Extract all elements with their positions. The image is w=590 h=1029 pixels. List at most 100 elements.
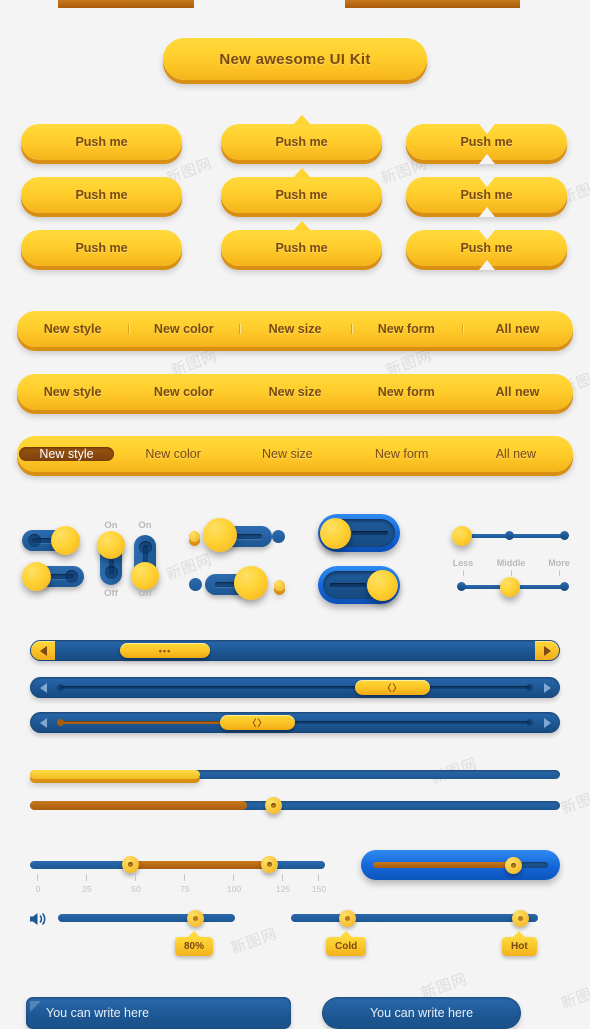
inset-slider-container[interactable] (361, 850, 560, 880)
thumb-grip-icon: ••• (158, 645, 172, 656)
ruler-tick-label: 150 (311, 884, 327, 894)
step-slider-handle[interactable] (452, 526, 472, 546)
volume-slider-fill (58, 0, 194, 8)
toggle-knob[interactable] (234, 566, 268, 600)
scroll-right-arrow-button[interactable] (535, 641, 559, 660)
tab-new-style[interactable]: New style (17, 385, 128, 399)
scrollbar-thumb[interactable]: 〈〉 (355, 680, 430, 695)
tab-new-form[interactable]: New form (351, 385, 462, 399)
push-button[interactable]: Push me (221, 115, 382, 160)
scroll-left-arrow-button[interactable] (31, 641, 55, 660)
toggle-knob[interactable] (131, 562, 159, 590)
tab-label: New size (268, 385, 322, 399)
push-button[interactable]: Push me (406, 124, 567, 164)
scrollbar-flat-filled[interactable]: 〈〉 (30, 712, 560, 733)
progress-bar-gold[interactable] (30, 770, 560, 779)
step-slider-handle[interactable] (500, 577, 520, 597)
ruler-slider-handle-low[interactable] (122, 856, 139, 873)
push-button-label: Push me (75, 188, 128, 202)
track-end-cap (57, 684, 64, 691)
scrollbar-thumb[interactable]: ••• (120, 643, 210, 658)
push-button[interactable]: Push me (221, 221, 382, 266)
temperature-handle-hot[interactable] (512, 910, 529, 927)
triangle-right-icon (543, 645, 551, 656)
progress-fill (30, 801, 248, 810)
push-button[interactable]: Push me (221, 168, 382, 213)
scroll-left-arrow-button[interactable] (31, 713, 55, 732)
tab-all-new[interactable]: All new (462, 385, 573, 399)
tab-label: New form (374, 447, 429, 461)
inset-slider-handle[interactable] (505, 857, 522, 874)
push-button[interactable]: Push me (21, 124, 182, 160)
triangle-right-icon (543, 717, 551, 728)
step-tick (511, 570, 512, 576)
tab-new-size[interactable]: New size (239, 385, 350, 399)
tab-new-color[interactable]: New color (116, 447, 230, 461)
toggle-knob[interactable] (22, 562, 51, 591)
toggle-knob[interactable] (97, 531, 125, 559)
scrollbar-flat-1[interactable]: 〈〉 (30, 677, 560, 698)
tab-new-color[interactable]: New color (128, 322, 239, 336)
tab-label: New style (39, 447, 94, 461)
tab-new-size[interactable]: New size (239, 322, 350, 336)
progress-bar-orange[interactable] (30, 801, 560, 810)
tab-label: All new (495, 322, 540, 336)
step-slider-dot[interactable] (457, 582, 466, 591)
push-button-label: Push me (275, 241, 328, 255)
text-input-right[interactable]: You can write here (322, 997, 521, 1029)
tab-new-color[interactable]: New color (128, 385, 239, 399)
toggle-knob[interactable] (51, 526, 80, 555)
thumb-grip-icon: 〈〉 (382, 683, 403, 693)
tab-label: All new (495, 447, 537, 461)
push-button-label: Push me (75, 135, 128, 149)
push-button[interactable]: Push me (21, 230, 182, 266)
step-slider-rail[interactable] (460, 534, 568, 538)
progress-knob[interactable] (265, 797, 282, 814)
step-slider-dot[interactable] (505, 531, 514, 540)
step-slider-dot[interactable] (560, 531, 569, 540)
tab-new-style[interactable]: New style (19, 447, 114, 461)
step-tick (559, 570, 560, 576)
push-button[interactable]: Push me (21, 177, 182, 213)
ruler-tick-label: 75 (180, 884, 190, 894)
scrollbar-thumb[interactable]: 〈〉 (220, 715, 295, 730)
toggle-knob[interactable] (320, 518, 351, 549)
push-button[interactable]: Push me (406, 177, 567, 217)
tab-label: New size (268, 322, 322, 336)
ruler-tick (282, 874, 283, 881)
toggle-knob[interactable] (203, 518, 237, 552)
tab-bar-pill[interactable]: New style New color New size New form Al… (17, 436, 573, 472)
text-input-placeholder: You can write here (46, 1006, 150, 1020)
temperature-slider-rail[interactable] (291, 914, 538, 922)
ruler-tick-label: 125 (275, 884, 291, 894)
tab-new-form[interactable]: New form (350, 322, 462, 336)
toggle-groove (330, 583, 366, 587)
scroll-right-arrow-button[interactable] (535, 713, 559, 732)
ruler-tick (184, 874, 185, 881)
push-button[interactable]: Push me (406, 230, 567, 270)
scroll-right-arrow-button[interactable] (535, 678, 559, 697)
title-button[interactable]: New awesome UI Kit (163, 38, 427, 80)
tab-new-style[interactable]: New style (17, 322, 128, 336)
watermark: 新图网 (558, 979, 590, 1013)
temperature-handle-cold[interactable] (339, 910, 356, 927)
progress-fill (30, 770, 200, 779)
volume-slider-handle[interactable] (187, 910, 204, 927)
text-input-left[interactable]: You can write here (26, 997, 291, 1029)
tab-all-new[interactable]: All new (461, 322, 573, 336)
tab-bar-dotted[interactable]: New style New color New size New form Al… (17, 374, 573, 410)
scrollbar-gold-ends[interactable]: ••• (30, 640, 560, 661)
toggle-knob[interactable] (367, 570, 398, 601)
tab-bar-divided[interactable]: New style New color New size New form Al… (17, 311, 573, 347)
tab-new-form[interactable]: New form (345, 447, 459, 461)
volume-slider-rail[interactable] (58, 914, 235, 922)
speaker-icon (28, 911, 48, 931)
step-slider-dot[interactable] (560, 582, 569, 591)
thumb-grip-icon: 〈〉 (247, 718, 268, 728)
track-end-cap (57, 719, 64, 726)
ruler-slider-handle-high[interactable] (261, 856, 278, 873)
tab-all-new[interactable]: All new (459, 447, 573, 461)
step-label-more: More (548, 558, 570, 568)
tab-new-size[interactable]: New size (230, 447, 344, 461)
scroll-left-arrow-button[interactable] (31, 678, 55, 697)
